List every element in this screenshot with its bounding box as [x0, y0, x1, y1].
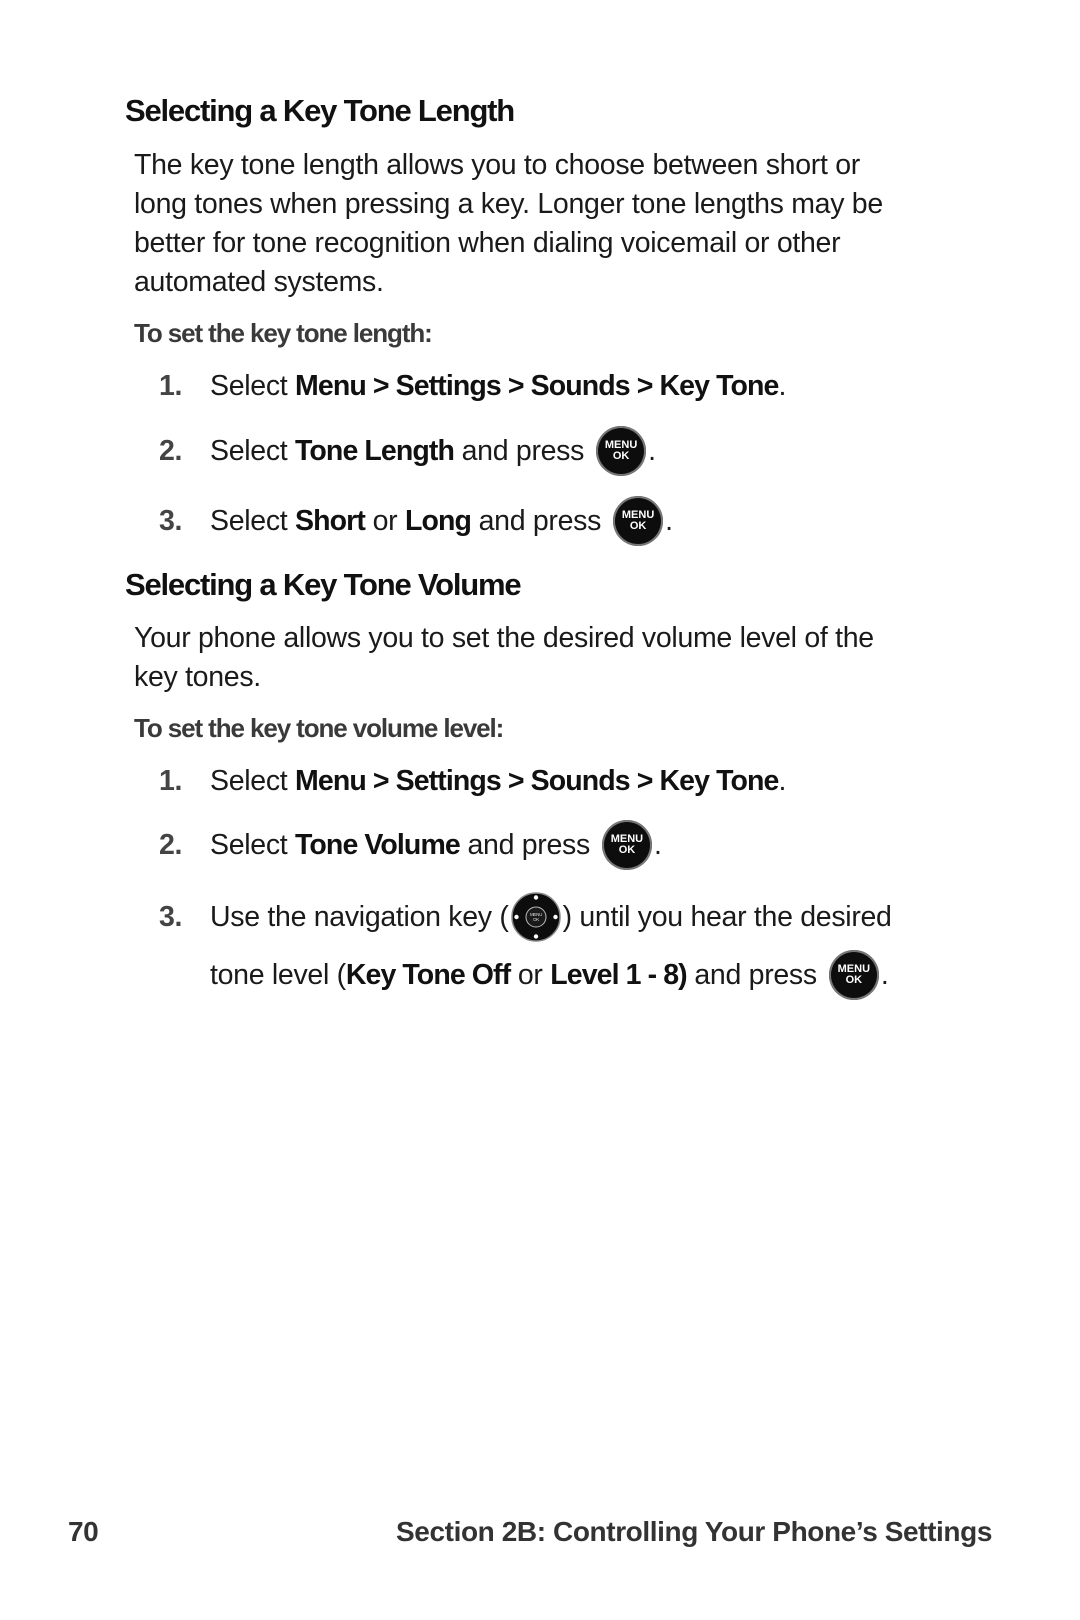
page-number: 70 — [68, 1516, 99, 1547]
step-item: 2. Select Tone Volume and press MENU OK … — [159, 820, 662, 870]
procedure-subheading: To set the key tone volume level: — [134, 713, 504, 743]
section-heading-key-tone-volume: Selecting a Key Tone Volume — [125, 567, 522, 602]
option-name: Level 1 - 8) — [550, 958, 687, 991]
step-text: . — [778, 370, 787, 402]
body-line: Your phone allows you to set the desired… — [134, 622, 874, 654]
svg-text:OK: OK — [533, 917, 539, 922]
step-text: . — [880, 958, 889, 991]
menu-ok-label-bottom: OK — [612, 450, 630, 462]
step-item: 1. Select Menu > Settings > Sounds > Key… — [159, 370, 786, 403]
body-line: The key tone length allows you to choose… — [134, 149, 860, 181]
procedure-subheading: To set the key tone length: — [134, 318, 433, 348]
step-text: Select — [210, 765, 296, 797]
menu-path: Menu > Settings > Sounds > Key Tone — [295, 370, 779, 402]
menu-path: Menu > Settings > Sounds > Key Tone — [295, 765, 779, 797]
step-text: Select — [210, 504, 296, 537]
step-text: tone level ( — [210, 958, 346, 991]
step-text: or — [364, 504, 405, 537]
menu-ok-key-icon: MENU OK — [596, 426, 647, 476]
step-number: 2. — [159, 434, 183, 467]
body-line: better for tone recognition when dialing… — [134, 227, 841, 259]
step-item: 3. Use the navigation key ( MENU OK ) un… — [159, 892, 892, 942]
menu-ok-key-icon: MENU OK — [601, 820, 652, 870]
step-item-continuation: tone level ( Key Tone Off or Level 1 - 8… — [210, 950, 889, 1000]
body-line: automated systems. — [134, 266, 384, 298]
section-heading-key-tone-length: Selecting a Key Tone Length — [125, 93, 515, 128]
footer-section-title: Section 2B: Controlling Your Phone’s Set… — [396, 1516, 992, 1547]
step-text: . — [665, 504, 673, 537]
step-text: . — [653, 828, 662, 861]
menu-ok-label-bottom: OK — [845, 974, 863, 986]
step-number: 2. — [159, 828, 183, 861]
step-text: and press — [454, 434, 585, 467]
step-item: 2. Select Tone Length and press MENU OK … — [159, 426, 656, 476]
body-line: long tones when pressing a key. Longer t… — [134, 188, 883, 220]
menu-ok-label-bottom: OK — [618, 844, 636, 856]
step-number: 3. — [159, 900, 183, 933]
step-text: and press — [470, 504, 602, 537]
step-number: 1. — [159, 370, 183, 402]
option-name: Long — [404, 504, 472, 537]
menu-ok-key-icon: MENU OK — [828, 950, 879, 1000]
step-item: 3. Select Short or Long and press MENU O… — [159, 496, 673, 546]
step-text: . — [648, 434, 656, 467]
step-text: . — [778, 765, 787, 797]
option-name: Short — [295, 504, 366, 537]
step-text: Use the navigation key ( — [210, 900, 509, 933]
option-name: Tone Volume — [295, 828, 461, 861]
step-number: 3. — [159, 504, 183, 537]
step-text: Select — [210, 370, 296, 402]
menu-ok-label-bottom: OK — [629, 520, 647, 532]
step-item: 1. Select Menu > Settings > Sounds > Key… — [159, 765, 786, 798]
body-line: key tones. — [134, 661, 261, 693]
navigation-key-icon: MENU OK — [510, 892, 561, 942]
menu-ok-key-icon: MENU OK — [613, 496, 664, 546]
step-number: 1. — [159, 765, 183, 797]
step-text: and press — [459, 828, 590, 861]
step-text: and press — [686, 958, 817, 991]
step-text: Select — [210, 434, 296, 467]
step-text: or — [510, 958, 551, 991]
step-text: Select — [210, 828, 296, 861]
option-name: Tone Length — [295, 434, 455, 467]
step-text: ) until you hear the desired — [562, 900, 892, 933]
option-name: Key Tone Off — [345, 958, 511, 991]
